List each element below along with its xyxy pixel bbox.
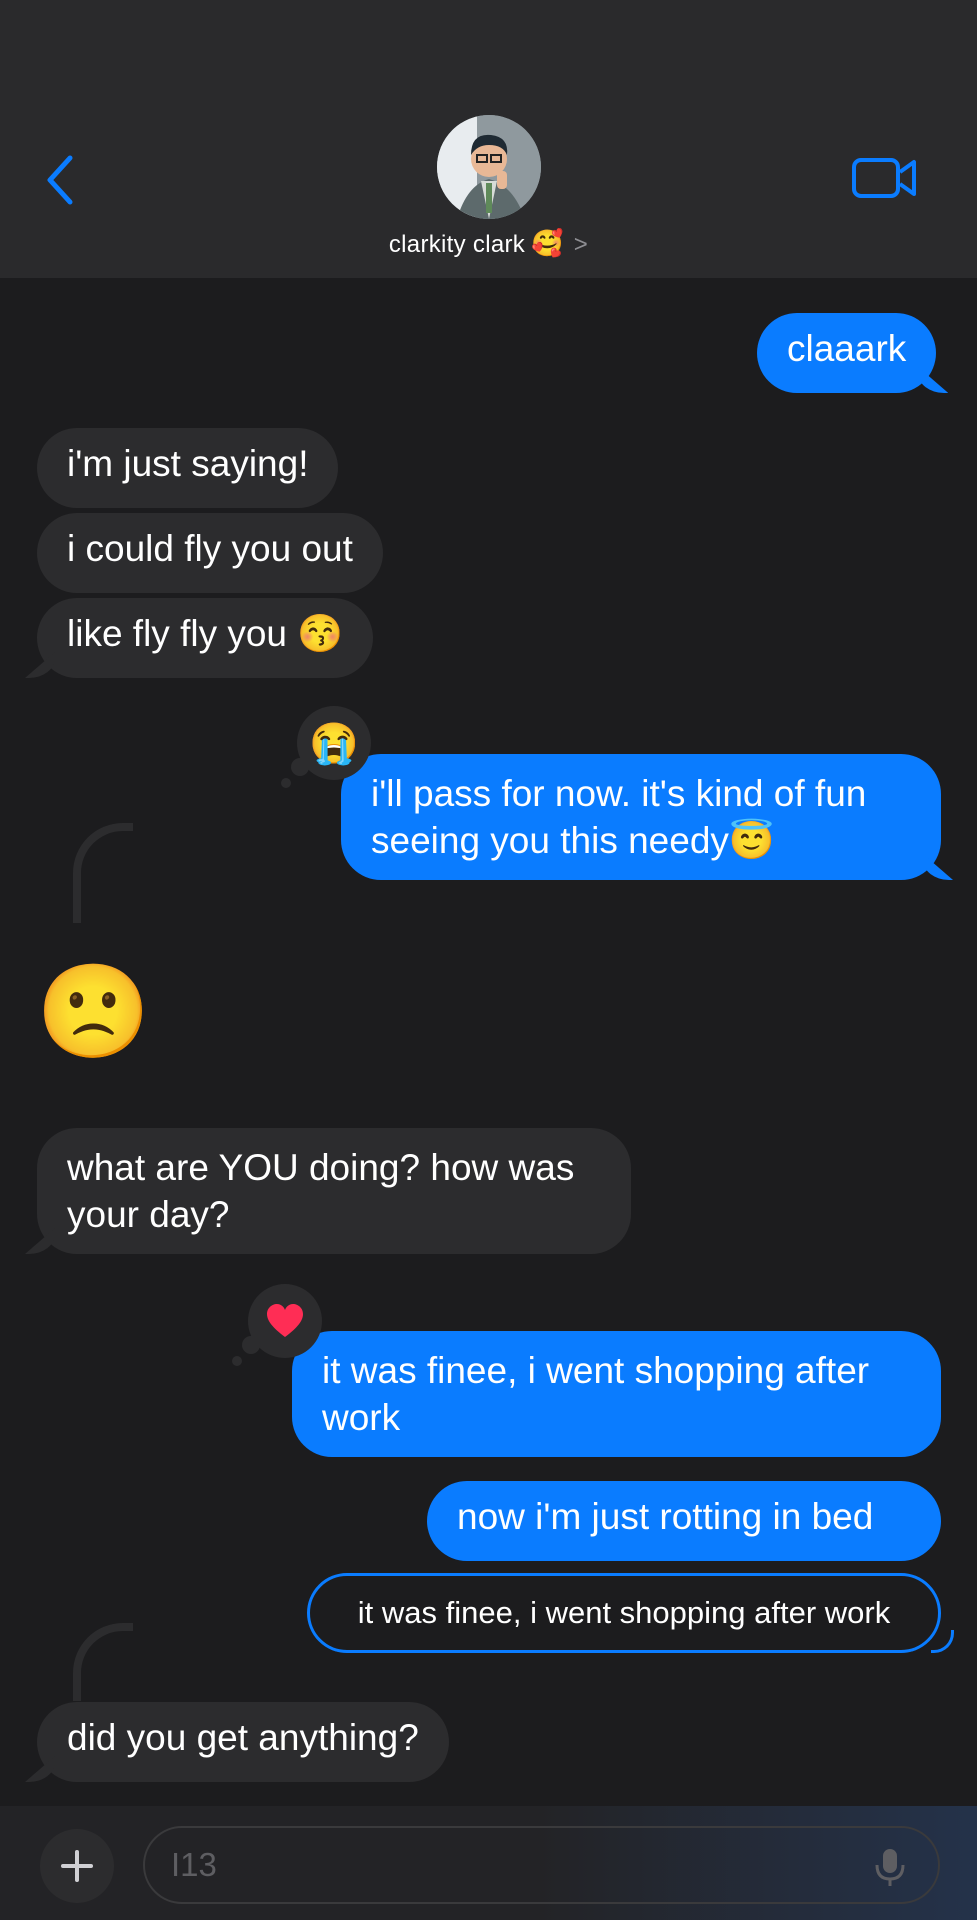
message-bubble-outgoing[interactable]: now i'm just rotting in bed [427,1481,941,1561]
message-bubble-incoming[interactable]: did you get anything? [37,1702,449,1782]
video-call-button[interactable] [850,152,920,204]
video-camera-icon [852,158,916,198]
message-bubble-outgoing[interactable]: i'll pass for now. it's kind of fun seei… [341,754,941,880]
message-text-line: what are YOU doing? how was [67,1147,575,1188]
emoji-message[interactable]: 🙁 [36,962,151,1062]
chevron-right-icon: > [573,231,589,258]
back-button[interactable] [40,150,90,210]
message-text: like fly fly you 😚 [67,613,344,654]
tapback-reaction[interactable]: 😭 [281,706,371,788]
message-text: claaark [787,328,907,369]
plus-icon [61,1850,93,1882]
frowning-face-icon: 🙁 [36,961,151,1063]
message-input-text: I13 [171,1846,217,1883]
message-text-line: your day? [67,1194,230,1235]
add-attachment-button[interactable] [40,1829,114,1903]
message-bubble-incoming[interactable]: i'm just saying! [37,428,339,508]
tapback-reaction[interactable] [232,1284,322,1366]
contact-name-row[interactable]: clarkity clark 🥰 > [0,228,977,259]
message-text: did you get anything? [67,1717,419,1758]
quoted-reply-bubble[interactable]: it was finee, i went shopping after work [307,1573,954,1653]
reply-thread-line [73,1623,133,1701]
message-bubble-outgoing[interactable]: claaark [757,313,937,393]
contact-emoji: 🥰 [531,228,564,258]
message-bubble-incoming[interactable]: like fly fly you 😚 [37,598,374,678]
message-text: i'm just saying! [67,443,309,484]
chevron-left-icon [47,155,73,205]
message-bubble-incoming[interactable]: i could fly you out [37,513,383,593]
heart-icon [267,1304,303,1337]
crying-face-icon: 😭 [309,721,359,766]
reply-thread-line [73,823,133,923]
message-text-line: work [322,1397,401,1438]
message-text-line: it was finee, i went shopping after [322,1350,870,1391]
dictation-button[interactable] [872,1847,908,1887]
contact-avatar[interactable] [437,115,541,219]
message-text-line: i'll pass for now. it's kind of fun [371,773,867,814]
microphone-icon [875,1849,905,1886]
message-bubble-incoming[interactable]: what are YOU doing? how was your day? [37,1128,631,1254]
message-text-line: seeing you this needy😇 [371,820,775,861]
message-text: now i'm just rotting in bed [457,1496,874,1537]
quoted-text: it was finee, i went shopping after work [357,1595,891,1630]
message-input[interactable]: I13 [143,1826,940,1904]
message-text: i could fly you out [67,528,353,569]
contact-name: clarkity clark [388,231,526,258]
message-bubble-outgoing[interactable]: it was finee, i went shopping after work [292,1331,941,1457]
